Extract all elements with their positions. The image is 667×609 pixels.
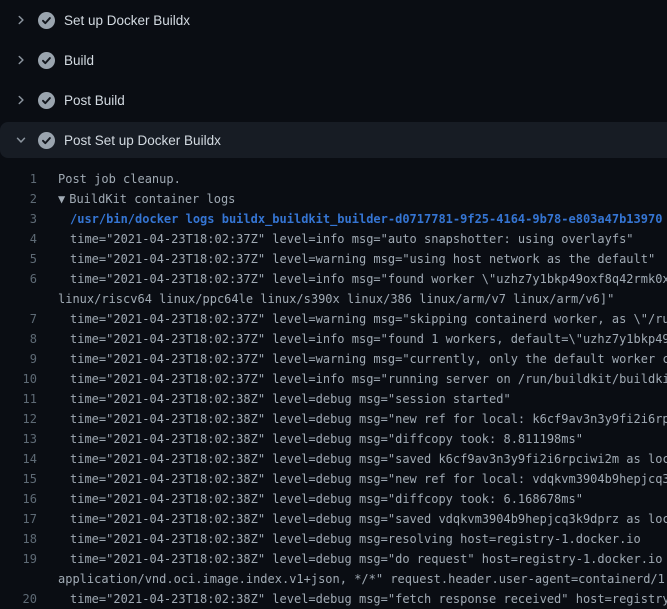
log-line-number[interactable]: 15 (0, 469, 37, 489)
log-line: 7 time="2021-04-23T18:02:37Z" level=warn… (0, 309, 667, 329)
step-label: Post Set up Docker Buildx (64, 133, 221, 148)
step-build[interactable]: Build (0, 40, 667, 80)
log-line-text: time="2021-04-23T18:02:37Z" level=warnin… (37, 249, 667, 269)
log-line-number[interactable]: 16 (0, 489, 37, 509)
log-line-number[interactable]: 18 (0, 529, 37, 549)
log-line-text: time="2021-04-23T18:02:38Z" level=debug … (37, 429, 667, 449)
log-line-text: time="2021-04-23T18:02:37Z" level=warnin… (37, 309, 667, 329)
log-line-number[interactable]: 11 (0, 389, 37, 409)
log-line-text: time="2021-04-23T18:02:38Z" level=debug … (37, 489, 667, 509)
log-line: 19 time="2021-04-23T18:02:38Z" level=deb… (0, 549, 667, 569)
log-line-text: time="2021-04-23T18:02:37Z" level=info m… (37, 269, 667, 289)
log-line-number[interactable]: 3 (0, 209, 37, 229)
log-line-number[interactable]: 19 (0, 549, 37, 569)
log-line-number[interactable]: 4 (0, 229, 37, 249)
log-line: 14 time="2021-04-23T18:02:38Z" level=deb… (0, 449, 667, 469)
log-line-number[interactable]: 10 (0, 369, 37, 389)
log-line-text: time="2021-04-23T18:02:38Z" level=debug … (37, 509, 667, 529)
step-setup-docker-buildx[interactable]: Set up Docker Buildx (0, 0, 667, 40)
log-line-continuation: linux/riscv64 linux/ppc64le linux/s390x … (0, 289, 667, 309)
log-command-text: /usr/bin/docker logs buildx_buildkit_bui… (37, 209, 667, 229)
log-line: 4 time="2021-04-23T18:02:37Z" level=info… (0, 229, 667, 249)
log-line-text: time="2021-04-23T18:02:37Z" level=info m… (37, 369, 667, 389)
log-line-number[interactable]: 14 (0, 449, 37, 469)
log-line-continuation: application/vnd.oci.image.index.v1+json,… (0, 569, 667, 589)
log-line: 15 time="2021-04-23T18:02:38Z" level=deb… (0, 469, 667, 489)
log-line: 20 time="2021-04-23T18:02:38Z" level=deb… (0, 589, 667, 609)
log-group-label[interactable]: BuildKit container logs (65, 189, 235, 209)
log-line-text: time="2021-04-23T18:02:38Z" level=debug … (37, 389, 667, 409)
log-line-number[interactable]: 9 (0, 349, 37, 369)
log-line-text: time="2021-04-23T18:02:38Z" level=debug … (37, 469, 667, 489)
log-line-text: time="2021-04-23T18:02:38Z" level=debug … (37, 449, 667, 469)
chevron-right-icon (13, 52, 29, 68)
log-line: 9 time="2021-04-23T18:02:37Z" level=warn… (0, 349, 667, 369)
chevron-right-icon (13, 92, 29, 108)
chevron-down-icon (13, 132, 29, 148)
log-line-text: time="2021-04-23T18:02:37Z" level=info m… (37, 229, 667, 249)
step-label: Build (64, 53, 94, 68)
log-line-number[interactable]: 8 (0, 329, 37, 349)
log-line: 6 time="2021-04-23T18:02:37Z" level=info… (0, 269, 667, 289)
log-line-number[interactable]: 20 (0, 589, 37, 609)
log-line: 1 Post job cleanup. (0, 169, 667, 189)
log-line: 16 time="2021-04-23T18:02:38Z" level=deb… (0, 489, 667, 509)
log-line-number[interactable]: 7 (0, 309, 37, 329)
log-line: 8 time="2021-04-23T18:02:37Z" level=info… (0, 329, 667, 349)
check-circle-icon (38, 92, 55, 109)
check-circle-icon (38, 52, 55, 69)
log-line-number[interactable]: 17 (0, 509, 37, 529)
log-line-text: time="2021-04-23T18:02:38Z" level=debug … (37, 549, 667, 569)
log-line-text: Post job cleanup. (37, 169, 667, 189)
log-line-number[interactable]: 12 (0, 409, 37, 429)
log-line-text: time="2021-04-23T18:02:37Z" level=info m… (37, 329, 667, 349)
log-line: 13 time="2021-04-23T18:02:38Z" level=deb… (0, 429, 667, 449)
log-line: 18 time="2021-04-23T18:02:38Z" level=deb… (0, 529, 667, 549)
log-line-text: application/vnd.oci.image.index.v1+json,… (37, 569, 667, 589)
log-line-text: linux/riscv64 linux/ppc64le linux/s390x … (37, 289, 667, 309)
check-circle-icon (38, 12, 55, 29)
log-line: 5 time="2021-04-23T18:02:37Z" level=warn… (0, 249, 667, 269)
log-line: 11 time="2021-04-23T18:02:38Z" level=deb… (0, 389, 667, 409)
step-post-setup-docker-buildx[interactable]: Post Set up Docker Buildx (0, 122, 667, 158)
log-line: 17 time="2021-04-23T18:02:38Z" level=deb… (0, 509, 667, 529)
log-area: 1 Post job cleanup. 2 ▼ BuildKit contain… (0, 160, 667, 609)
check-circle-icon (38, 132, 55, 149)
step-label: Set up Docker Buildx (64, 13, 190, 28)
log-line-number[interactable]: 6 (0, 269, 37, 289)
log-line: 12 time="2021-04-23T18:02:38Z" level=deb… (0, 409, 667, 429)
log-line-number[interactable]: 1 (0, 169, 37, 189)
log-line-text: time="2021-04-23T18:02:38Z" level=debug … (37, 589, 667, 609)
log-line: 3 /usr/bin/docker logs buildx_buildkit_b… (0, 209, 667, 229)
step-label: Post Build (64, 93, 125, 108)
log-line-text: time="2021-04-23T18:02:38Z" level=debug … (37, 409, 667, 429)
log-line-number[interactable]: 2 (0, 189, 37, 209)
log-line: 10 time="2021-04-23T18:02:37Z" level=inf… (0, 369, 667, 389)
log-line-group: 2 ▼ BuildKit container logs (0, 189, 667, 209)
log-group-expander-icon[interactable]: ▼ (37, 189, 65, 209)
step-post-build[interactable]: Post Build (0, 80, 667, 120)
chevron-right-icon (13, 12, 29, 28)
log-line-text: time="2021-04-23T18:02:38Z" level=debug … (37, 529, 667, 549)
log-line-number[interactable]: 13 (0, 429, 37, 449)
log-line-number[interactable]: 5 (0, 249, 37, 269)
log-line-text: time="2021-04-23T18:02:37Z" level=warnin… (37, 349, 667, 369)
